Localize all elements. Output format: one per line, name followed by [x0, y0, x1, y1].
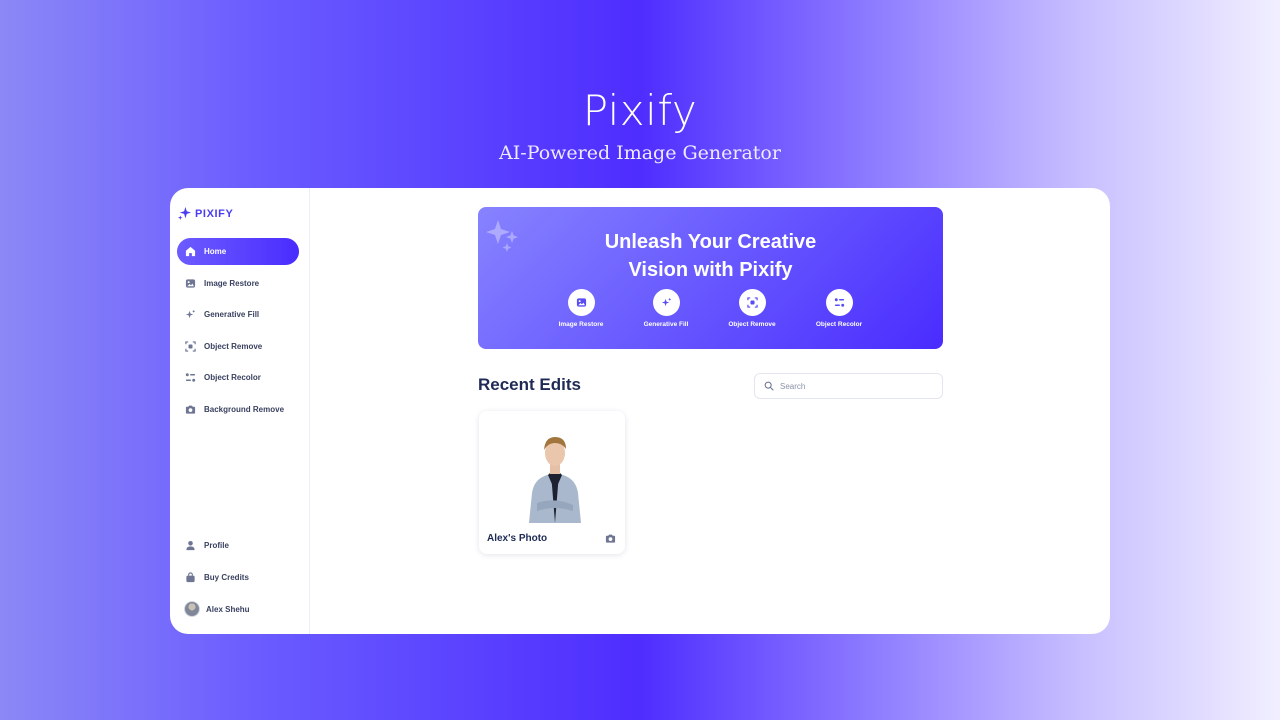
feature-image-restore[interactable]: Image Restore [541, 289, 621, 328]
sidebar-item-profile[interactable]: Profile [177, 532, 299, 559]
sidebar-item-buy-credits[interactable]: Buy Credits [177, 564, 299, 591]
portrait-photo [529, 437, 581, 523]
feature-label: Image Restore [558, 321, 604, 328]
sidebar-item-label: Object Remove [204, 341, 263, 351]
sidebar-item-label: Generative Fill [204, 310, 260, 320]
sidebar-item-label: Image Restore [204, 278, 260, 288]
feature-label: Generative Fill [643, 321, 689, 328]
feature-circle [738, 289, 766, 316]
banner-title-line1: Unleash Your Creative [604, 231, 817, 253]
feature-label: Object Recolor [815, 321, 863, 328]
feature-label: Object Remove [728, 321, 776, 328]
user-icon [186, 541, 195, 551]
image-icon [576, 298, 586, 307]
banner-title-line2: Vision with Pixify [628, 259, 793, 281]
feature-object-remove[interactable]: Object Remove [712, 289, 792, 328]
sidebar-item-object-remove[interactable]: Object Remove [177, 333, 299, 360]
recent-edit-card[interactable]: Alex's Photo [479, 411, 625, 554]
hero-banner: Unleash Your Creative Vision with Pixify… [478, 207, 943, 349]
hero-title: Pixify [582, 86, 698, 135]
user-profile[interactable]: Alex Shehu [184, 601, 250, 617]
object-remove-icon [746, 297, 758, 308]
object-remove-icon [185, 341, 196, 352]
recolor-icon [834, 298, 844, 307]
feature-circle [567, 289, 595, 316]
search-box[interactable] [754, 373, 943, 399]
sidebar-item-label: Object Recolor [204, 373, 261, 383]
feature-generative-fill[interactable]: Generative Fill [626, 289, 706, 328]
sidebar-item-label: Background Remove [204, 404, 285, 414]
sidebar-item-label: Buy Credits [204, 572, 249, 582]
recent-edits-title: Recent Edits [478, 375, 581, 394]
sidebar-item-generative-fill[interactable]: Generative Fill [177, 301, 299, 328]
feature-circle [825, 289, 853, 316]
sidebar-nav: Home Image Restore Generative Fill Objec… [177, 238, 299, 428]
sidebar-item-label: Profile [204, 541, 229, 550]
search-icon [764, 381, 774, 391]
main-content: Unleash Your Creative Vision with Pixify… [310, 188, 1110, 634]
banner-title: Unleash Your Creative Vision with Pixify [478, 228, 943, 284]
sidebar-item-background-remove[interactable]: Background Remove [177, 396, 299, 423]
sparkle-icon [661, 297, 671, 307]
feature-shortcuts: Image Restore Generative Fill Object Rem… [478, 289, 943, 339]
sidebar-item-home[interactable]: Home [177, 238, 299, 265]
sidebar-item-image-restore[interactable]: Image Restore [177, 270, 299, 297]
sparkle-icon [185, 309, 196, 319]
sidebar-bottom-nav: Profile Buy Credits [177, 532, 299, 595]
feature-circle [652, 289, 680, 316]
bag-icon [186, 571, 195, 582]
home-icon [185, 246, 196, 257]
card-label: Alex's Photo [487, 533, 548, 544]
sparkle-logo-icon [177, 206, 192, 221]
logo[interactable]: PIXIFY [177, 206, 233, 221]
sidebar-item-label: Home [204, 247, 227, 256]
recolor-icon [185, 373, 196, 383]
user-name: Alex Shehu [206, 604, 250, 614]
sidebar: PIXIFY Home Image Restore Generative Fil… [170, 188, 310, 634]
avatar [184, 601, 200, 617]
image-icon [185, 278, 196, 288]
feature-object-recolor[interactable]: Object Recolor [799, 289, 879, 328]
search-input[interactable] [780, 381, 930, 391]
camera-icon [185, 405, 196, 414]
hero-subtitle: AI-Powered Image Generator [499, 142, 781, 164]
app-window: PIXIFY Home Image Restore Generative Fil… [170, 188, 1110, 634]
logo-text: PIXIFY [195, 207, 234, 220]
sidebar-item-object-recolor[interactable]: Object Recolor [177, 364, 299, 391]
camera-icon[interactable] [605, 533, 616, 544]
